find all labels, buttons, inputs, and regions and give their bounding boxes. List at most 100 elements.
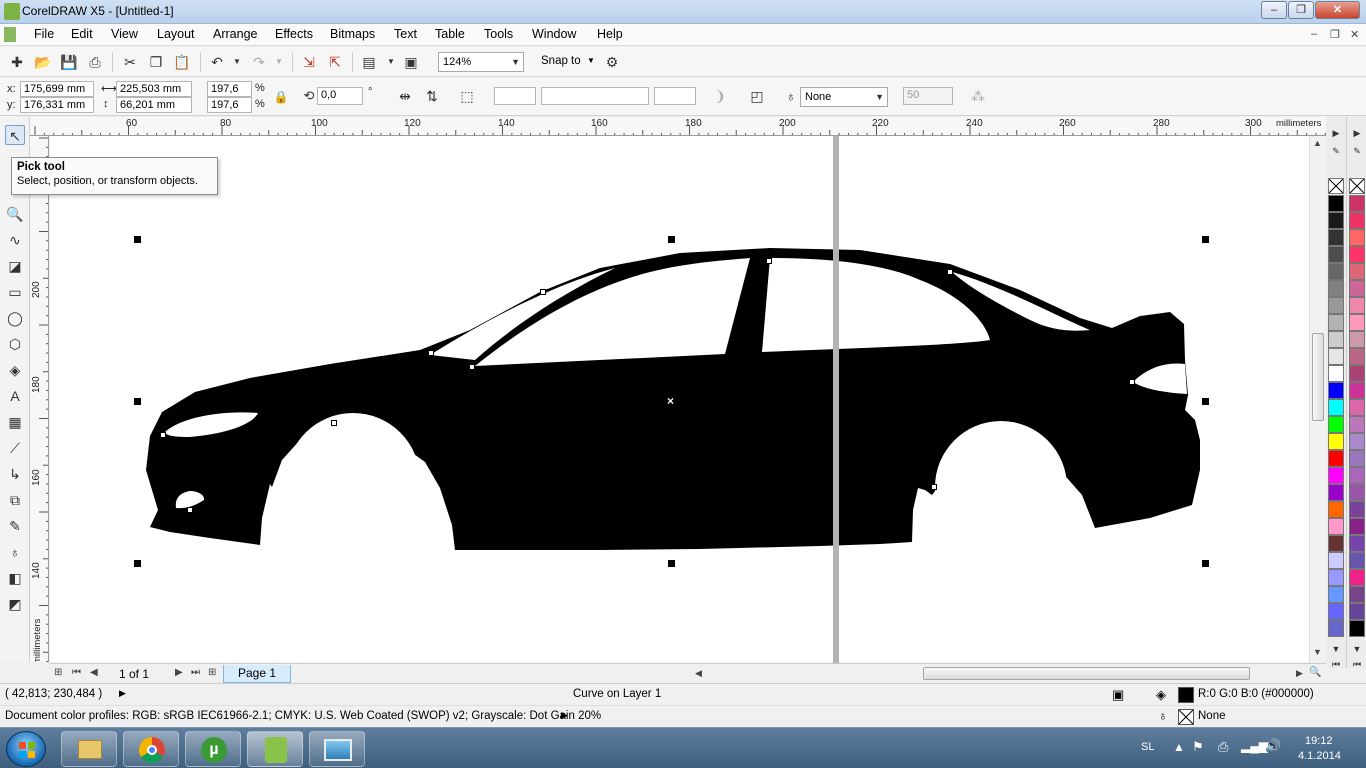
convert-to-curves-icon[interactable]: ⬚	[458, 87, 476, 105]
previous-page-icon[interactable]: ◀	[90, 667, 98, 678]
color-swatch[interactable]	[1349, 246, 1365, 263]
profiles-expand-icon[interactable]: ▶	[561, 710, 568, 721]
color-swatch[interactable]	[1349, 467, 1365, 484]
color-swatch[interactable]	[1328, 518, 1344, 535]
taskbar-photo-viewer[interactable]	[309, 731, 365, 767]
curve-node[interactable]	[947, 269, 953, 275]
color-swatch[interactable]	[1349, 603, 1365, 620]
zoom-navigator-icon[interactable]: 🔍	[1309, 667, 1321, 678]
selection-handle[interactable]	[1202, 236, 1209, 243]
copy-icon[interactable]: ❐	[147, 53, 165, 71]
mirror-vertical-icon[interactable]: ⇅	[423, 87, 441, 105]
menu-window[interactable]: Window	[532, 27, 576, 41]
y-position-field[interactable]: 176,331 mm	[20, 97, 94, 113]
selection-handle[interactable]	[1202, 560, 1209, 567]
connector-tool-icon[interactable]: ↳	[5, 464, 25, 484]
palette-scroll-up-icon[interactable]: ▶	[1350, 126, 1364, 140]
menu-arrange[interactable]: Arrange	[213, 27, 257, 41]
curve-node[interactable]	[160, 432, 166, 438]
text-wrap-icon[interactable]: ❩	[711, 87, 729, 105]
width-field[interactable]: 225,503 mm	[116, 81, 192, 97]
color-swatch[interactable]	[1328, 416, 1344, 433]
launcher-dropdown-icon[interactable]: ▼	[382, 53, 400, 71]
color-swatch[interactable]	[1328, 603, 1344, 620]
menu-file[interactable]: File	[34, 27, 54, 41]
blend-tool-icon[interactable]: ⧉	[5, 490, 25, 510]
color-swatch[interactable]	[1349, 263, 1365, 280]
outline-tool-icon[interactable]: ♁	[5, 542, 25, 562]
start-arrowhead-selector[interactable]	[494, 87, 536, 105]
menu-edit[interactable]: Edit	[71, 27, 93, 41]
snap-to-dropdown-icon[interactable]: ▼	[587, 56, 595, 65]
no-color-swatch[interactable]	[1349, 178, 1365, 194]
curve-node[interactable]	[766, 258, 772, 264]
drawing-canvas[interactable]: ×	[50, 136, 1309, 662]
color-swatch[interactable]	[1349, 195, 1365, 212]
page-tab[interactable]: Page 1	[223, 665, 291, 683]
menu-text[interactable]: Text	[394, 27, 417, 41]
end-arrowhead-selector[interactable]	[654, 87, 696, 105]
vertical-ruler[interactable]: 220 200 180 160 140 millimeters	[30, 136, 49, 662]
snap-to-label[interactable]: Snap to	[541, 55, 581, 67]
selection-handle[interactable]	[668, 236, 675, 243]
taskbar-coreldraw[interactable]	[247, 731, 303, 767]
color-swatch[interactable]	[1328, 195, 1344, 212]
selection-handle[interactable]	[134, 560, 141, 567]
basic-shapes-tool-icon[interactable]: ◈	[5, 360, 25, 380]
undo-icon[interactable]: ↶	[208, 53, 226, 71]
clock-date[interactable]: 4.1.2014	[1298, 750, 1341, 762]
selection-handle[interactable]	[134, 236, 141, 243]
curve-node[interactable]	[1129, 379, 1135, 385]
color-swatch[interactable]	[1349, 416, 1365, 433]
printer-icon[interactable]: ⎙	[1218, 739, 1228, 755]
x-position-field[interactable]: 175,699 mm	[20, 81, 94, 97]
application-launcher-icon[interactable]: ▤	[360, 53, 378, 71]
color-swatch[interactable]	[1328, 280, 1344, 297]
menu-layout[interactable]: Layout	[157, 27, 195, 41]
selection-handle[interactable]	[1202, 398, 1209, 405]
palette-scroll-down-icon[interactable]: ▼	[1350, 642, 1364, 656]
lock-ratio-icon[interactable]: 🔒	[272, 88, 290, 106]
status-expand-icon[interactable]: ▶	[119, 688, 126, 699]
outline-pen-icon[interactable]: ♁	[782, 87, 800, 105]
polygon-tool-icon[interactable]: ⬡	[5, 334, 25, 354]
scale-y-field[interactable]: 197,6	[207, 97, 252, 113]
color-swatch[interactable]	[1349, 365, 1365, 382]
add-page-after-icon[interactable]: ⊞	[208, 667, 216, 678]
dimension-tool-icon[interactable]: ⟋	[5, 438, 25, 458]
fill-tool-icon[interactable]: ◧	[5, 568, 25, 588]
color-swatch[interactable]	[1349, 569, 1365, 586]
outline-width-combo[interactable]: None ▼	[800, 87, 888, 107]
welcome-screen-icon[interactable]: ▣	[402, 53, 420, 71]
cut-icon[interactable]: ✂	[121, 53, 139, 71]
redo-icon[interactable]: ↷	[250, 53, 268, 71]
network-signal-icon[interactable]: ▂▄▆	[1241, 739, 1268, 753]
color-swatch[interactable]	[1328, 331, 1344, 348]
import-icon[interactable]: ⇲	[300, 53, 318, 71]
mirror-horizontal-icon[interactable]: ⇹	[396, 87, 414, 105]
miter-limit-field[interactable]: 50	[903, 87, 953, 105]
color-swatch[interactable]	[1328, 348, 1344, 365]
color-swatch[interactable]	[1349, 314, 1365, 331]
outline-color-swatch[interactable]	[1178, 709, 1194, 725]
color-swatch[interactable]	[1328, 620, 1344, 637]
wrap-paragraph-icon[interactable]: ⁂	[969, 87, 987, 105]
scroll-left-icon[interactable]: ◀	[695, 668, 702, 679]
taskbar-explorer[interactable]	[61, 731, 117, 767]
freehand-tool-icon[interactable]: ∿	[5, 230, 25, 250]
color-swatch[interactable]	[1349, 535, 1365, 552]
close-button[interactable]: ✕	[1315, 1, 1360, 19]
palette-scroll-up-icon[interactable]: ▶	[1329, 126, 1343, 140]
menu-tools[interactable]: Tools	[484, 27, 513, 41]
menu-view[interactable]: View	[111, 27, 138, 41]
close-curve-icon[interactable]: ◰	[748, 87, 766, 105]
horizontal-scroll-thumb[interactable]	[923, 667, 1250, 680]
scale-x-field[interactable]: 197,6	[207, 81, 252, 97]
doc-close-button[interactable]: ✕	[1350, 28, 1359, 41]
color-swatch[interactable]	[1328, 552, 1344, 569]
selection-handle[interactable]	[668, 560, 675, 567]
fill-color-swatch[interactable]	[1178, 687, 1194, 703]
next-page-icon[interactable]: ▶	[175, 667, 183, 678]
curve-node[interactable]	[540, 289, 546, 295]
color-swatch[interactable]	[1349, 518, 1365, 535]
